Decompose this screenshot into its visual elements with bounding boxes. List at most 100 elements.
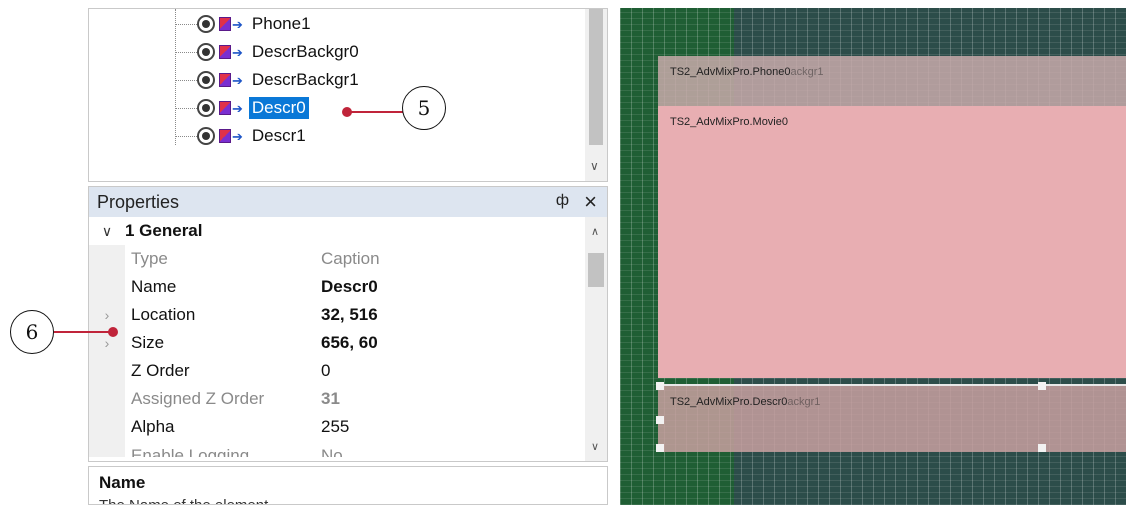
tree-item-label-selected: Descr0 — [248, 97, 309, 119]
property-name: Name — [131, 277, 177, 296]
property-row-location[interactable]: › Location 32, 516 — [89, 301, 585, 329]
tree-item-phone1[interactable]: ➔ Phone1 — [175, 11, 314, 37]
chevron-down-icon[interactable]: ∨ — [89, 223, 125, 240]
layer-label: TS2_AdvMixPro.Movie0 — [670, 116, 788, 128]
chevron-up-icon[interactable]: ∧ — [591, 225, 599, 238]
property-value[interactable]: 32, 516 — [321, 305, 585, 325]
caption-object-icon — [219, 17, 231, 31]
tree-branch-line — [175, 135, 197, 137]
property-value[interactable]: 255 — [321, 417, 585, 437]
property-row-z-order[interactable]: Z Order 0 — [89, 357, 585, 385]
property-name: Size — [131, 333, 165, 352]
tree-scrollbar[interactable]: ∨ — [585, 9, 607, 181]
tree-item-label: Phone1 — [251, 14, 311, 33]
caption-object-icon — [219, 73, 231, 87]
property-name: Enable Logging — [131, 446, 250, 457]
callout-5: 5 — [402, 86, 446, 130]
resize-handle[interactable] — [1038, 382, 1046, 390]
callout-leader-line — [54, 331, 110, 333]
row-gutter — [89, 245, 125, 273]
visibility-eye-icon[interactable] — [197, 43, 215, 61]
property-row-alpha[interactable]: Alpha 255 — [89, 413, 585, 441]
tree-branch-line — [175, 79, 197, 81]
expand-chevron-icon[interactable]: › — [89, 329, 125, 357]
property-value[interactable]: 656, 60 — [321, 333, 585, 353]
arrow-right-icon: ➔ — [232, 72, 243, 88]
resize-handle[interactable] — [656, 444, 664, 452]
property-value[interactable]: No — [321, 446, 585, 457]
callout-6: 6 — [10, 310, 54, 354]
scrollbar-thumb[interactable] — [588, 253, 604, 287]
property-value: 31 — [321, 389, 340, 408]
expand-chevron-icon[interactable]: › — [89, 301, 125, 329]
property-value[interactable]: Descr0 — [321, 277, 585, 297]
callout-marker-dot — [108, 327, 118, 337]
tree-item-label: DescrBackgr1 — [251, 70, 359, 89]
layer-label-ghost: ackgr1 — [790, 66, 824, 78]
property-description: Name The Name of the element. — [88, 466, 608, 505]
chevron-down-icon[interactable]: ∨ — [590, 159, 599, 173]
layer-label: TS2_AdvMixPro.Descr0 — [670, 396, 788, 408]
tree-item-descr1[interactable]: ➔ Descr1 — [175, 123, 309, 149]
row-gutter — [89, 385, 125, 413]
property-value[interactable]: 0 — [321, 361, 585, 381]
callout-leader-line — [347, 111, 405, 113]
property-row-size[interactable]: › Size 656, 60 — [89, 329, 585, 357]
property-row-enable-logging[interactable]: Enable Logging No — [89, 441, 585, 457]
property-group-general[interactable]: ∨ 1 General — [89, 217, 585, 245]
visibility-eye-icon[interactable] — [197, 71, 215, 89]
tree-item-descr0[interactable]: ➔ Descr0 — [175, 95, 309, 121]
description-text: The Name of the element. — [99, 497, 597, 504]
arrow-right-icon: ➔ — [232, 44, 243, 60]
property-name: Location — [131, 305, 196, 324]
property-row-assigned-z-order[interactable]: Assigned Z Order 31 — [89, 385, 585, 413]
tree-item-label: Descr1 — [251, 126, 306, 145]
resize-handle[interactable] — [1038, 444, 1046, 452]
tree-branch-line — [175, 23, 197, 25]
resize-handle[interactable] — [656, 382, 664, 390]
tree-item-descrbackgr0[interactable]: ➔ DescrBackgr0 — [175, 39, 362, 65]
property-name: Assigned Z Order — [131, 389, 265, 408]
properties-panel: Properties ф × ∨ 1 General Type Caption … — [88, 186, 608, 462]
property-row-name[interactable]: Name Descr0 — [89, 273, 585, 301]
chevron-down-icon[interactable]: ∨ — [591, 440, 599, 453]
pin-icon[interactable]: ф — [556, 192, 569, 210]
row-gutter — [89, 441, 125, 457]
description-title: Name — [99, 473, 146, 492]
scrollbar-thumb[interactable] — [589, 9, 603, 145]
resize-handle[interactable] — [656, 416, 664, 424]
properties-title: Properties — [97, 191, 180, 212]
property-name: Type — [131, 249, 168, 268]
row-gutter — [89, 357, 125, 385]
tree-item-descrbackgr1[interactable]: ➔ DescrBackgr1 — [175, 67, 362, 93]
caption-object-icon — [219, 45, 231, 59]
canvas-layer-descr-selected[interactable]: TS2_AdvMixPro.Descr0ackgr1 — [656, 382, 1126, 452]
caption-object-icon — [219, 101, 231, 115]
canvas-layer-movie[interactable]: TS2_AdvMixPro.Movie0 — [658, 106, 1126, 378]
tree-branch-line — [175, 51, 197, 53]
tree-branch-line — [175, 107, 197, 109]
properties-scrollbar[interactable]: ∧ ∨ — [585, 217, 607, 461]
properties-header: Properties ф × — [89, 187, 607, 217]
visibility-eye-icon[interactable] — [197, 15, 215, 33]
arrow-right-icon: ➔ — [232, 128, 243, 144]
arrow-right-icon: ➔ — [232, 16, 243, 32]
canvas-layer-phone[interactable]: TS2_AdvMixPro.Phone0ackgr1 — [658, 56, 1126, 106]
visibility-eye-icon[interactable] — [197, 99, 215, 117]
row-gutter — [89, 413, 125, 441]
layer-label-ghost: ackgr1 — [787, 396, 821, 408]
design-canvas[interactable]: TS2_AdvMixPro.Phone0ackgr1 TS2_AdvMixPro… — [620, 8, 1126, 505]
property-grid: Type Caption Name Descr0 › Location 32, … — [89, 245, 585, 457]
tree-item-label: DescrBackgr0 — [251, 42, 359, 61]
property-group-label: 1 General — [125, 221, 203, 240]
layer-label: TS2_AdvMixPro.Phone0 — [670, 66, 791, 78]
property-value: Caption — [321, 249, 380, 268]
property-name: Z Order — [131, 361, 190, 380]
property-row-type[interactable]: Type Caption — [89, 245, 585, 273]
close-icon[interactable]: × — [584, 189, 597, 215]
row-gutter — [89, 273, 125, 301]
caption-object-icon — [219, 129, 231, 143]
arrow-right-icon: ➔ — [232, 100, 243, 116]
visibility-eye-icon[interactable] — [197, 127, 215, 145]
object-tree: ➔ Phone1 ➔ DescrBackgr0 ➔ DescrBackgr1 ➔… — [88, 8, 608, 182]
